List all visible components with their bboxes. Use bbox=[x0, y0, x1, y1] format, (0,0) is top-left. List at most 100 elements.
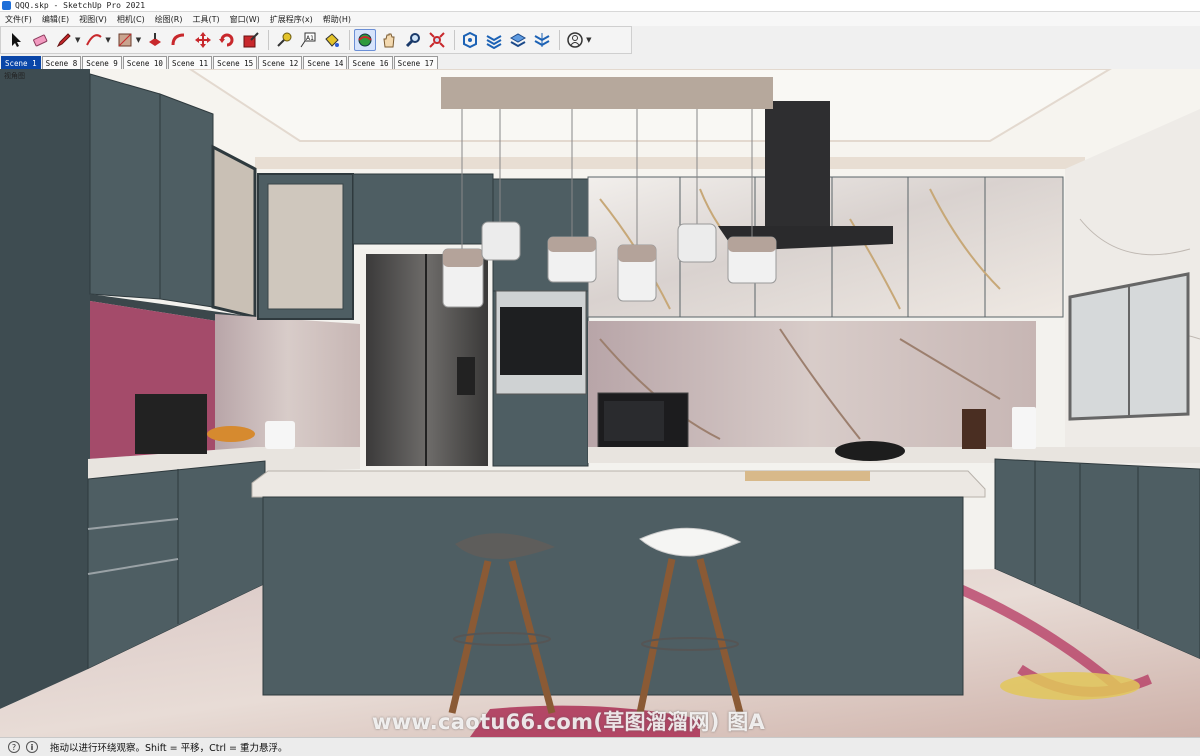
pan-hand-icon bbox=[383, 33, 395, 48]
pendant-light-rail bbox=[441, 77, 773, 109]
push-pull-icon bbox=[149, 33, 162, 46]
select-arrow-icon bbox=[12, 33, 21, 47]
toolbar-separator bbox=[349, 30, 351, 50]
user-account-dropdown-icon[interactable]: ▼ bbox=[586, 36, 591, 44]
user-avatar-icon bbox=[567, 32, 583, 48]
menu-camera[interactable]: 相机(C) bbox=[112, 14, 150, 25]
sketchup-window: QQQ.skp - SketchUp Pro 2021 文件(F) 编辑(E) … bbox=[0, 0, 1200, 756]
wine-bottles bbox=[962, 409, 986, 449]
tab-scene-17[interactable]: Scene 17 bbox=[393, 56, 438, 69]
tab-scene-14[interactable]: Scene 14 bbox=[303, 56, 348, 69]
move-arrows-icon bbox=[195, 32, 212, 48]
scale-icon bbox=[243, 32, 259, 48]
3d-warehouse-icon bbox=[463, 31, 478, 49]
pan-tool-button[interactable] bbox=[378, 29, 400, 51]
toolbar-separator bbox=[559, 30, 561, 50]
rectangle-icon bbox=[118, 33, 132, 47]
tape-measure-tool-button[interactable] bbox=[273, 29, 295, 51]
model-viewport[interactable]: 视角图 www.caotu66.com(草图溜溜网) 图A bbox=[0, 69, 1200, 737]
kitchen-model-render bbox=[0, 69, 1200, 737]
push-pull-tool-button[interactable] bbox=[144, 29, 166, 51]
orbit-tool-button[interactable] bbox=[354, 29, 377, 51]
range-hood-chimney bbox=[765, 101, 830, 226]
toolbar-separator bbox=[268, 30, 270, 50]
materials-tool-button[interactable] bbox=[483, 29, 505, 51]
zoom-extents-tool-button[interactable] bbox=[426, 29, 448, 51]
microwave-door bbox=[604, 401, 664, 441]
menu-help[interactable]: 帮助(H) bbox=[318, 14, 356, 25]
shape-tool-dropdown-icon[interactable]: ▼ bbox=[136, 36, 141, 44]
text-label-icon: A1 bbox=[300, 32, 316, 48]
status-text: 拖动以进行环绕观察。Shift = 平移，Ctrl = 重力悬浮。 bbox=[50, 743, 288, 754]
viewport-scene-label: 视角图 bbox=[4, 72, 25, 80]
arc-icon bbox=[86, 34, 103, 46]
tab-scene-8[interactable]: Scene 8 bbox=[41, 56, 82, 69]
move-tool-button[interactable] bbox=[192, 29, 214, 51]
user-account-button[interactable] bbox=[564, 29, 586, 51]
upper-cabinet-left-1 bbox=[89, 73, 161, 300]
info-icon[interactable]: i bbox=[26, 741, 38, 753]
watermark-text: www.caotu66.com(草图溜溜网) 图A bbox=[372, 710, 766, 734]
styles-tool-button[interactable] bbox=[531, 29, 553, 51]
left-tall-cabinet bbox=[0, 69, 90, 709]
svg-text:A1: A1 bbox=[306, 35, 314, 42]
layers-icon bbox=[510, 33, 527, 48]
title-bar: QQQ.skp - SketchUp Pro 2021 bbox=[0, 0, 1200, 12]
rotate-tool-button[interactable] bbox=[216, 29, 238, 51]
upper-cabinet-left-2 bbox=[159, 93, 214, 308]
toolbar-separator bbox=[454, 30, 456, 50]
text-tool-button[interactable]: A1 bbox=[297, 29, 319, 51]
ceiling-trim bbox=[255, 157, 1085, 169]
island-countertop bbox=[251, 470, 986, 498]
paint-bucket-tool-button[interactable] bbox=[321, 29, 343, 51]
oven-window bbox=[500, 307, 582, 375]
components-tool-button[interactable] bbox=[459, 29, 481, 51]
espresso-machine bbox=[135, 394, 207, 454]
upper-cabinet-over-fridge bbox=[352, 173, 494, 245]
tab-scene-16[interactable]: Scene 16 bbox=[348, 56, 393, 69]
main-toolbar: ▼ ▼ ▼ A1 ▼ bbox=[0, 26, 632, 54]
scale-tool-button[interactable] bbox=[240, 29, 262, 51]
tape-measure-icon bbox=[277, 32, 292, 47]
counter-canister bbox=[265, 421, 295, 449]
menu-extensions[interactable]: 扩展程序(x) bbox=[265, 14, 318, 25]
tab-scene-10[interactable]: Scene 10 bbox=[122, 56, 167, 69]
glass-cabinet-left bbox=[211, 144, 257, 319]
orbit-icon bbox=[358, 33, 372, 47]
tab-scene-11[interactable]: Scene 11 bbox=[167, 56, 213, 69]
menu-draw[interactable]: 绘图(R) bbox=[150, 14, 188, 25]
menu-file[interactable]: 文件(F) bbox=[0, 14, 37, 25]
tab-scene-12[interactable]: Scene 12 bbox=[258, 56, 303, 69]
follow-me-icon bbox=[171, 33, 185, 46]
scene-tabs: Scene 1 Scene 8 Scene 9 Scene 10 Scene 1… bbox=[0, 55, 1200, 69]
geo-location-icon[interactable]: ? bbox=[8, 741, 20, 753]
arc-tool-button[interactable] bbox=[83, 29, 105, 51]
arc-tool-dropdown-icon[interactable]: ▼ bbox=[105, 36, 110, 44]
line-tool-dropdown-icon[interactable]: ▼ bbox=[75, 36, 80, 44]
tab-scene-1[interactable]: Scene 1 bbox=[1, 56, 41, 69]
fruit-bowl bbox=[207, 426, 255, 442]
menu-tools[interactable]: 工具(T) bbox=[188, 14, 225, 25]
tab-scene-9[interactable]: Scene 9 bbox=[82, 56, 122, 69]
extension-warehouse-icon bbox=[486, 35, 502, 49]
send-to-layout-icon bbox=[534, 33, 550, 47]
select-tool-button[interactable] bbox=[5, 29, 27, 51]
counter-canister bbox=[1012, 407, 1036, 449]
rotate-icon bbox=[219, 33, 234, 47]
eraser-tool-button[interactable] bbox=[29, 29, 51, 51]
status-bar: ? i 拖动以进行环绕观察。Shift = 平移，Ctrl = 重力悬浮。 bbox=[0, 737, 1200, 756]
menu-bar: 文件(F) 编辑(E) 视图(V) 相机(C) 绘图(R) 工具(T) 窗口(W… bbox=[0, 12, 1200, 26]
menu-edit[interactable]: 编辑(E) bbox=[37, 14, 74, 25]
floor-gold-swirl bbox=[1000, 672, 1140, 700]
zoom-magnifier-icon bbox=[406, 33, 421, 48]
follow-me-tool-button[interactable] bbox=[168, 29, 190, 51]
layers-tool-button[interactable] bbox=[507, 29, 529, 51]
line-tool-button[interactable] bbox=[53, 29, 75, 51]
menu-window[interactable]: 窗口(W) bbox=[225, 14, 265, 25]
pencil-icon bbox=[56, 33, 71, 48]
zoom-tool-button[interactable] bbox=[402, 29, 424, 51]
menu-view[interactable]: 视图(V) bbox=[74, 14, 112, 25]
cutting-board bbox=[745, 471, 870, 481]
shape-tool-button[interactable] bbox=[114, 29, 136, 51]
tab-scene-15[interactable]: Scene 15 bbox=[213, 56, 258, 69]
